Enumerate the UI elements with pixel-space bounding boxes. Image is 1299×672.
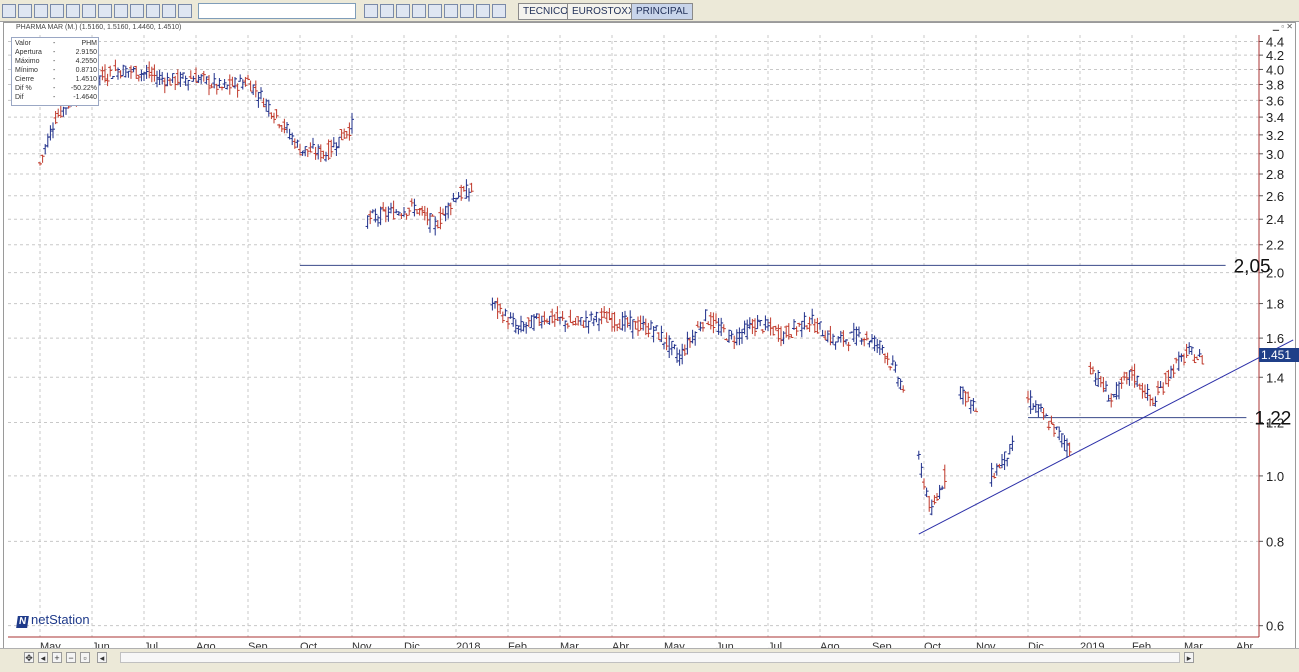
info-label: Máximo: [15, 58, 40, 65]
info-label: Dif %: [15, 85, 32, 92]
netstation-name: netStation: [31, 612, 90, 627]
info-value: 2.9150: [75, 49, 97, 56]
info-value: -50.22%: [70, 85, 97, 92]
prev-icon[interactable]: ◂: [97, 652, 107, 663]
move-icon[interactable]: ✥: [24, 652, 34, 663]
bottom-bar: ✥ ◂ + − ▫ ◂ ▸: [0, 648, 1299, 672]
zoom-in-icon[interactable]: +: [52, 652, 62, 663]
info-sep: -: [53, 67, 56, 74]
info-value: -1.4640: [73, 94, 97, 101]
info-label: Apertura: [15, 49, 42, 56]
info-value: PHM: [81, 40, 97, 47]
info-sep: -: [53, 58, 56, 65]
netstation-logo: NnetStation: [16, 612, 90, 628]
info-row: Dif % - -50.22%: [15, 84, 97, 93]
zoom-fit-icon[interactable]: ▫: [80, 652, 90, 663]
info-sep: -: [53, 94, 56, 101]
info-row: Cierre - 1.4510: [15, 75, 97, 84]
info-value: 0.8710: [75, 67, 97, 74]
info-panel: Valor - PHM Apertura -2.9150 Máximo -4.2550 …: [11, 37, 99, 106]
info-value: 1.4510: [75, 76, 97, 83]
info-value: 4.2550: [75, 58, 97, 65]
window-title: PHARMA MAR (M.) (1.5160, 1.5160, 1.4460,…: [4, 23, 1295, 32]
scroll-left-icon[interactable]: ◂: [38, 652, 48, 663]
info-label: Dif: [15, 94, 24, 101]
info-sep: -: [53, 49, 56, 56]
info-label: Valor: [15, 40, 31, 47]
window-controls[interactable]: ▁ ▫ ✕: [1273, 23, 1293, 31]
info-label: Cierre: [15, 76, 35, 83]
chart-window: PHARMA MAR (M.) (1.5160, 1.5160, 1.4460,…: [3, 22, 1296, 660]
info-sep: -: [53, 76, 56, 83]
info-sep: -: [53, 85, 56, 92]
info-row: Valor - PHM: [15, 39, 97, 48]
zoom-out-icon[interactable]: −: [66, 652, 76, 663]
netstation-mark: N: [16, 616, 29, 628]
info-row: Máximo - 4.2550: [15, 57, 97, 66]
last-price-tag: 1.451: [1259, 348, 1299, 362]
info-row: Mínimo - 0.8710: [15, 66, 97, 75]
info-row: Apertura - 2.9150: [15, 48, 97, 57]
scroll-right-icon[interactable]: ▸: [1184, 652, 1194, 663]
info-label: Mínimo: [15, 67, 38, 74]
info-row: Dif - -1.4640: [15, 93, 97, 102]
time-scrollbar[interactable]: [120, 652, 1180, 663]
info-sep: -: [53, 40, 56, 47]
